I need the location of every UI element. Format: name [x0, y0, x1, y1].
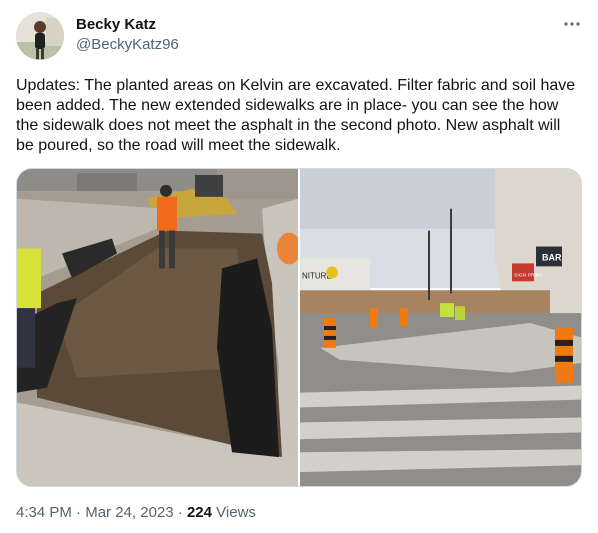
media-grid: BAR SIGN PRINT NITURE [16, 168, 582, 487]
tweet-text: Updates: The planted areas on Kelvin are… [16, 77, 576, 154]
avatar[interactable] [16, 12, 64, 60]
meta-separator: · [177, 504, 183, 521]
tweet-meta: 4:34 PM · Mar 24, 2023 · 224 Views [16, 503, 256, 523]
sign-bar: BAR [542, 252, 562, 262]
display-name[interactable]: Becky Katz [76, 15, 179, 35]
author-names: Becky Katz @BeckyKatz96 [76, 15, 179, 55]
photo-excavated-planter[interactable] [17, 169, 298, 486]
tweet-date[interactable]: Mar 24, 2023 [85, 504, 173, 521]
tweet-time[interactable]: 4:34 PM [16, 504, 72, 521]
views-count: 224 [186, 504, 212, 521]
views-label: Views [216, 504, 256, 521]
meta-separator: · [76, 504, 82, 521]
tweet: Becky Katz @BeckyKatz96 Updates: The pla… [0, 0, 598, 533]
sign-print: SIGN PRINT [514, 272, 543, 278]
tweet-header: Becky Katz @BeckyKatz96 [16, 12, 582, 60]
user-handle[interactable]: @BeckyKatz96 [76, 35, 179, 55]
more-horizontal-icon[interactable] [562, 14, 582, 34]
photo-extended-sidewalk[interactable]: BAR SIGN PRINT NITURE [300, 169, 581, 486]
